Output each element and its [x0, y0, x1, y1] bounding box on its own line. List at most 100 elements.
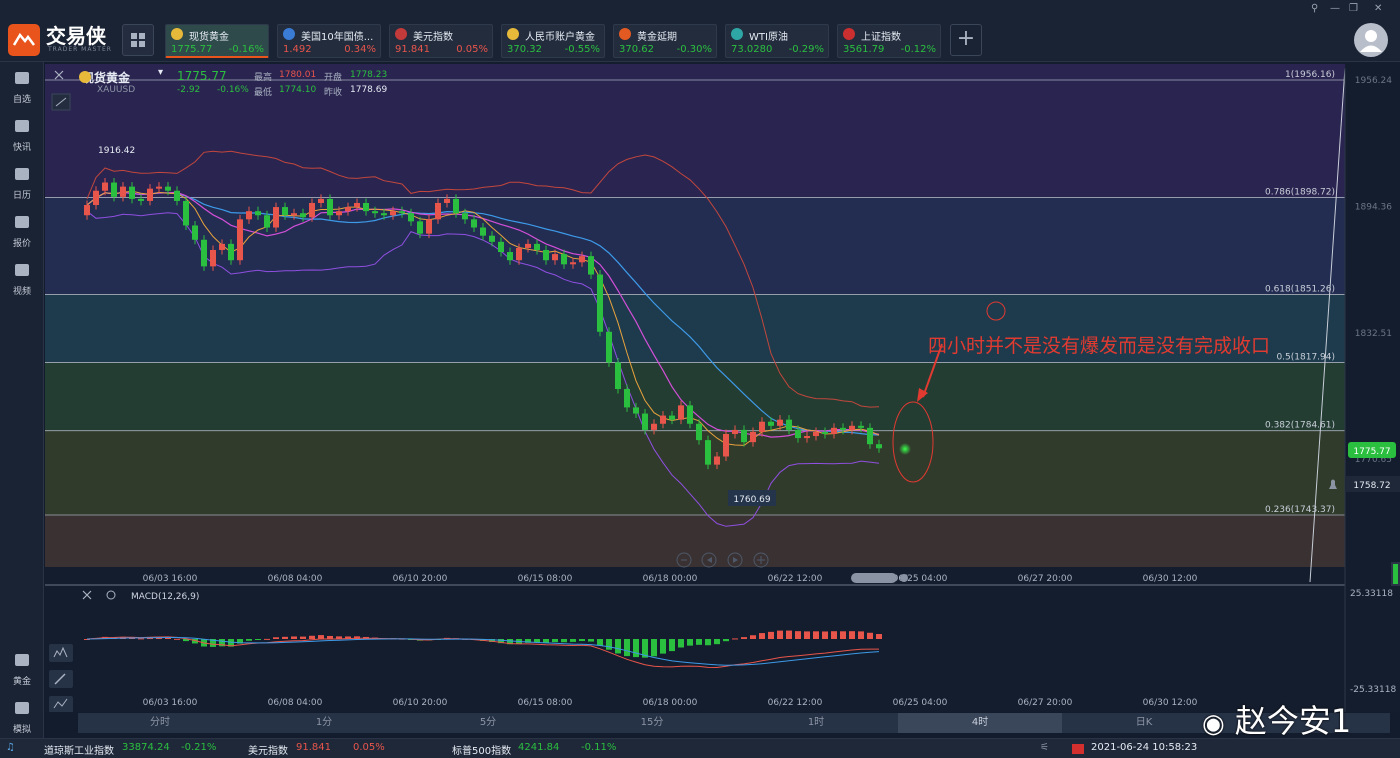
candle-body [255, 211, 261, 216]
ticker-tile-3[interactable]: 人民币账户黄金 370.32 -0.55% [501, 24, 605, 58]
candle-body [246, 211, 252, 220]
ticker-price: 3561.79 [843, 44, 885, 55]
symbol-price: 1775.77 [177, 69, 227, 83]
tab-5[interactable]: 4时 [898, 713, 1062, 733]
candle-body [138, 198, 144, 201]
fib-label: 0.236(1743.37) [1265, 505, 1335, 515]
ticker-tile-0[interactable]: 现货黄金 1775.77 -0.16% [165, 24, 269, 58]
ticker-icon [619, 28, 631, 40]
ticker-price: 370.62 [619, 44, 654, 55]
macd-bar [831, 631, 837, 639]
macd-x-tick-label: 06/22 12:00 [768, 698, 823, 708]
tab-4[interactable]: 1时 [734, 713, 898, 733]
symbol-header: 现货黄金 ▾ 1775.77 XAUUSD -2.92 -0.16% 最高 17… [45, 67, 445, 98]
candle-body [516, 247, 522, 261]
ticker-tile-1[interactable]: 美国10年国债... 1.492 0.34% [277, 24, 381, 58]
network-icon[interactable]: ⚟ [1040, 742, 1049, 753]
status-usd-label[interactable]: 美元指数 [248, 742, 288, 757]
price-axis-label: 1894.36 [1355, 202, 1392, 212]
x-tick-label: 06/08 04:00 [268, 574, 323, 584]
candle-body [696, 423, 702, 441]
ticker-name: 现货黄金 [189, 32, 229, 43]
high-value: 1780.01 [279, 70, 317, 80]
ticker-icon [283, 28, 295, 40]
candle-body [858, 425, 864, 428]
watermark: ◉ 赵今安1 [1202, 702, 1352, 740]
pin-icon[interactable]: ⚲ [1311, 3, 1318, 14]
macd-bar [687, 639, 693, 646]
macd-bar [588, 639, 594, 642]
candle-body [93, 190, 99, 206]
ticker-tile-6[interactable]: 上证指数 3561.79 -0.12% [837, 24, 941, 58]
ticker-change: 0.34% [344, 44, 376, 55]
sidebar-item-watchlist[interactable]: 自选 [0, 72, 44, 106]
candle-body [165, 186, 171, 191]
add-symbol-button[interactable]: + [950, 24, 982, 56]
candle-body [444, 198, 450, 203]
macd-bar [876, 634, 882, 639]
maximize-button[interactable]: ❐ [1349, 3, 1358, 14]
layout-grid-button[interactable] [122, 24, 154, 56]
tab-2[interactable]: 5分 [406, 713, 570, 733]
minimize-button[interactable]: — [1330, 3, 1340, 14]
candle-body [183, 200, 189, 226]
status-datetime: 2021-06-24 10:58:23 [1091, 742, 1198, 753]
candle-body [606, 331, 612, 363]
status-dow-label[interactable]: 道琼斯工业指数 [44, 742, 114, 757]
macd-bar [282, 636, 288, 639]
fib-band [45, 430, 1345, 515]
china-flag-icon [1072, 744, 1084, 754]
candle-body [408, 213, 414, 222]
macd-top-label: 25.33118 [1350, 589, 1393, 599]
macd-bar [777, 630, 783, 639]
candle-body [192, 225, 198, 240]
tab-3[interactable]: 15分 [570, 713, 734, 733]
open-label: 开盘 [324, 73, 343, 83]
sidebar-item-simulation[interactable]: 模拟 [0, 702, 44, 736]
ticker-change: -0.12% [900, 44, 936, 55]
price-chart[interactable]: 1(1956.16) 0.786(1898.72) 0.618(1851.26) 0.… [45, 62, 1400, 712]
ticker-tile-2[interactable]: 美元指数 91.841 0.05% [389, 24, 493, 58]
tab-0[interactable]: 分时 [78, 713, 242, 733]
fib-label: 0.382(1784.61) [1265, 421, 1335, 431]
candle-body [237, 219, 243, 261]
candle-body [813, 431, 819, 437]
status-sp-label[interactable]: 标普500指数 [452, 742, 511, 757]
macd-bar [732, 638, 738, 640]
macd-label: MACD(12,26,9) [131, 592, 199, 602]
candle-body [723, 433, 729, 457]
macd-bar [795, 631, 801, 639]
sidebar-item-quotes[interactable]: 报价 [0, 216, 44, 250]
candle-body [642, 413, 648, 430]
candle-body [669, 415, 675, 420]
macd-bar [840, 631, 846, 639]
sidebar-item-gold[interactable]: 黄金 [0, 654, 44, 688]
news-icon [15, 120, 29, 132]
ticker-name: 黄金延期 [637, 32, 677, 43]
fib-band [45, 80, 1345, 198]
candle-body [417, 221, 423, 234]
tab-1[interactable]: 1分 [242, 713, 406, 733]
gold-coin-icon [79, 71, 91, 83]
avatar[interactable] [1354, 23, 1388, 57]
open-value: 1778.23 [350, 70, 388, 80]
candle-body [624, 389, 630, 408]
candle-body [714, 456, 720, 465]
sidebar-item-news[interactable]: 快讯 [0, 120, 44, 154]
weibo-icon: ◉ [1202, 709, 1225, 739]
line-tool-button[interactable] [49, 696, 73, 712]
close-window-button[interactable]: ✕ [1374, 3, 1382, 14]
sidebar-item-video[interactable]: 视频 [0, 264, 44, 298]
headset-icon[interactable]: ♫ [6, 742, 15, 753]
candle-body [552, 254, 558, 261]
candle-body [264, 215, 270, 228]
candle-body [597, 274, 603, 332]
macd-x-tick-label: 06/25 04:00 [893, 698, 948, 708]
sidebar-item-calendar[interactable]: 日历 [0, 168, 44, 202]
candle-body [795, 429, 801, 439]
candle-body [849, 425, 855, 430]
dropdown-icon[interactable]: ▾ [158, 67, 163, 78]
wallet-icon [15, 702, 29, 714]
ticker-tile-5[interactable]: WTI原油 73.0280 -0.29% [725, 24, 829, 58]
ticker-tile-4[interactable]: 黄金延期 370.62 -0.30% [613, 24, 717, 58]
